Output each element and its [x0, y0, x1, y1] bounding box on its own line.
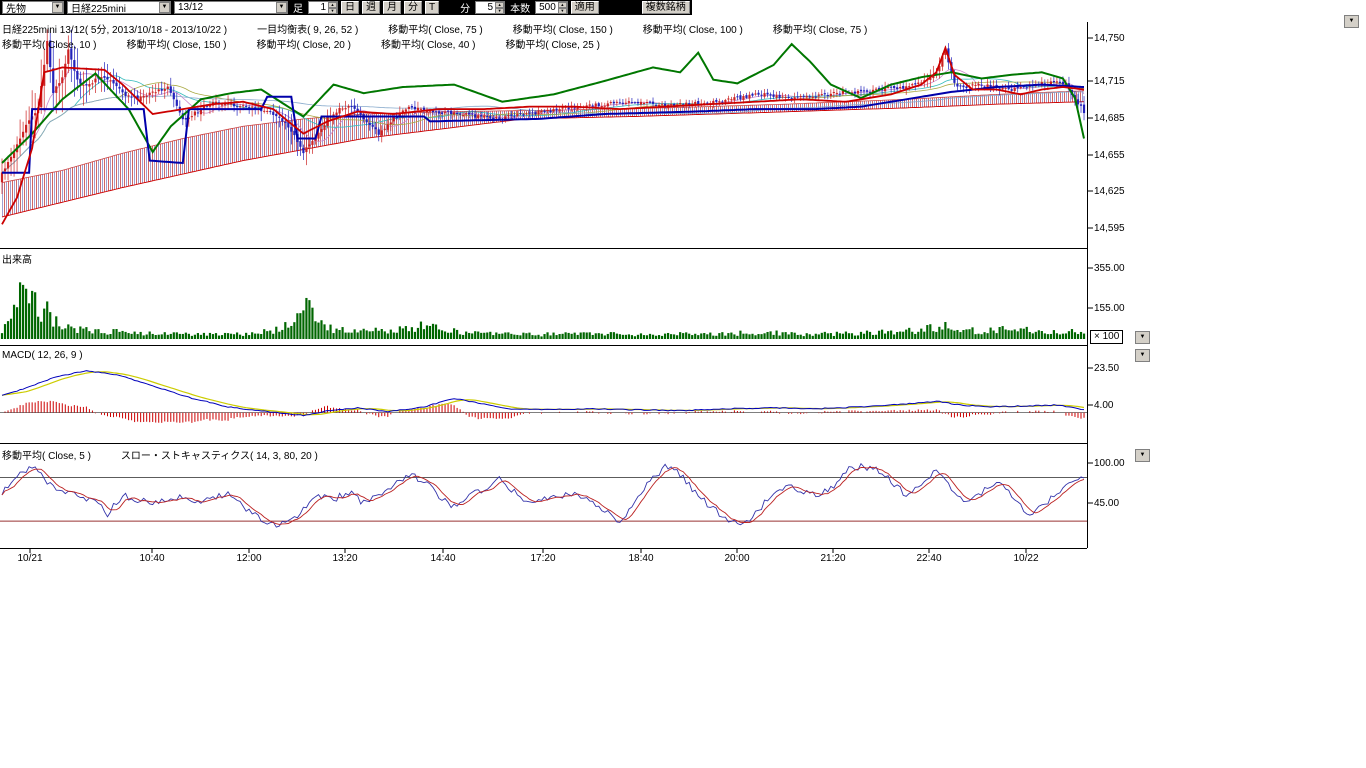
- price-pane: [1, 29, 1085, 224]
- interval-input[interactable]: 1 ▲ ▼: [308, 1, 338, 14]
- time-axis-label: 12:00: [227, 553, 271, 564]
- overlay-ma40-label: 移動平均( Close, 40 ): [381, 36, 475, 51]
- price-pane-menu-button[interactable]: ▼: [1344, 15, 1359, 28]
- macd-axis-label: 4.00: [1094, 400, 1113, 411]
- volume-pane-menu-button[interactable]: ▼: [1135, 331, 1150, 344]
- chart-title: 日経225mini 13/12( 5分, 2013/10/18 - 2013/1…: [2, 21, 227, 36]
- macd-pane-label: MACD( 12, 26, 9 ): [2, 350, 83, 361]
- apply-button[interactable]: 適用: [571, 1, 599, 14]
- chart-canvas[interactable]: [0, 0, 1366, 575]
- stoch-pane-legend: 移動平均( Close, 5 ) スロー・ストキャスティクス( 14, 3, 8…: [2, 447, 348, 462]
- volume-pane-label: 出来高: [2, 251, 32, 266]
- price-axis-label: 14,685: [1094, 113, 1125, 124]
- contract-month-select[interactable]: 13/12 ▼: [174, 1, 288, 14]
- chevron-down-icon: ▼: [1140, 334, 1146, 340]
- volume-axis-label: 355.00: [1094, 263, 1125, 274]
- price-pane-legend-row2: 移動平均( Close, 10 ) 移動平均( Close, 150 ) 移動平…: [2, 36, 630, 51]
- macd-pane-menu-button[interactable]: ▼: [1135, 349, 1150, 362]
- price-pane-legend-row1: 日経225mini 13/12( 5分, 2013/10/18 - 2013/1…: [2, 21, 897, 36]
- stoch-ma-label: 移動平均( Close, 5 ): [2, 447, 91, 462]
- bar-count-label: 本数: [508, 0, 532, 15]
- period-minute-button[interactable]: 分: [404, 1, 422, 14]
- multi-symbol-button[interactable]: 複数銘柄: [642, 1, 690, 14]
- spinner-down-icon[interactable]: ▼: [328, 8, 337, 14]
- time-axis-label: 17:20: [521, 553, 565, 564]
- minute-count-value: 5: [479, 2, 493, 13]
- chevron-down-icon: ▼: [1140, 452, 1146, 458]
- overlay-ma100-label: 移動平均( Close, 100 ): [643, 21, 743, 36]
- overlay-ma150b-label: 移動平均( Close, 150 ): [126, 36, 226, 51]
- period-week-button[interactable]: 週: [362, 1, 380, 14]
- symbol-select-value: 日経225mini: [71, 0, 126, 15]
- time-axis-label: 20:00: [715, 553, 759, 564]
- time-axis-label: 22:40: [907, 553, 951, 564]
- contract-month-value: 13/12: [178, 2, 203, 13]
- stoch-label: スロー・ストキャスティクス( 14, 3, 80, 20 ): [121, 447, 318, 462]
- time-axis-label: 10:40: [130, 553, 174, 564]
- overlay-ma75b-label: 移動平均( Close, 75 ): [773, 21, 867, 36]
- market-select-value: 先物: [6, 0, 26, 15]
- stoch-pane-menu-button[interactable]: ▼: [1135, 449, 1150, 462]
- overlay-ma20-label: 移動平均( Close, 20 ): [257, 36, 351, 51]
- stochastics-pane: [0, 464, 1087, 527]
- interval-value: 1: [312, 2, 326, 13]
- market-select[interactable]: 先物 ▼: [2, 1, 64, 14]
- trading-chart-window: 先物 ▼ 日経225mini ▼ 13/12 ▼ 足 1 ▲ ▼ 日 週 月 分…: [0, 0, 1366, 768]
- time-axis-label: 21:20: [811, 553, 855, 564]
- bar-count-input[interactable]: 500 ▲ ▼: [535, 1, 568, 14]
- bar-type-label: 足: [291, 0, 305, 15]
- overlay-ma25-label: 移動平均( Close, 25 ): [505, 36, 599, 51]
- price-axis-label: 14,625: [1094, 186, 1125, 197]
- spinner-down-icon[interactable]: ▼: [558, 8, 567, 14]
- time-axis-label: 14:40: [421, 553, 465, 564]
- macd-axis-label: 23.50: [1094, 363, 1119, 374]
- bar-count-spinner[interactable]: ▲ ▼: [558, 2, 567, 14]
- minute-count-input[interactable]: 5 ▲ ▼: [475, 1, 505, 14]
- spinner-down-icon[interactable]: ▼: [495, 8, 504, 14]
- overlay-ma10-label: 移動平均( Close, 10 ): [2, 36, 96, 51]
- chevron-down-icon[interactable]: ▼: [159, 2, 170, 13]
- symbol-select[interactable]: 日経225mini ▼: [67, 1, 171, 14]
- volume-multiplier-badge: × 100: [1090, 330, 1123, 344]
- chart-area: 日経225mini 13/12( 5分, 2013/10/18 - 2013/1…: [0, 0, 1366, 575]
- price-axis-label: 14,595: [1094, 223, 1125, 234]
- time-axis-label: 18:40: [619, 553, 663, 564]
- toolbar: 先物 ▼ 日経225mini ▼ 13/12 ▼ 足 1 ▲ ▼ 日 週 月 分…: [0, 0, 692, 15]
- macd-pane: [0, 371, 1087, 423]
- overlay-ichimoku-label: 一目均衡表( 9, 26, 52 ): [257, 21, 358, 36]
- minute-unit-label: 分: [458, 0, 472, 15]
- period-day-button[interactable]: 日: [341, 1, 359, 14]
- time-axis-label: 13:20: [323, 553, 367, 564]
- price-axis-label: 14,715: [1094, 76, 1125, 87]
- chevron-down-icon: ▼: [1140, 352, 1146, 358]
- volume-pane: [1, 282, 1085, 339]
- time-axis-label: 10/21: [8, 553, 52, 564]
- interval-spinner[interactable]: ▲ ▼: [328, 2, 337, 14]
- overlay-ma150-label: 移動平均( Close, 150 ): [513, 21, 613, 36]
- tick-button[interactable]: T: [425, 1, 439, 14]
- chevron-down-icon[interactable]: ▼: [276, 2, 287, 13]
- price-axis-label: 14,655: [1094, 150, 1125, 161]
- chevron-down-icon[interactable]: ▼: [52, 2, 63, 13]
- volume-axis-label: 155.00: [1094, 303, 1125, 314]
- time-axis-label: 10/22: [1004, 553, 1048, 564]
- price-axis-label: 14,750: [1094, 33, 1125, 44]
- chevron-down-icon: ▼: [1349, 18, 1355, 24]
- minute-count-spinner[interactable]: ▲ ▼: [495, 2, 504, 14]
- period-month-button[interactable]: 月: [383, 1, 401, 14]
- overlay-ma75-label: 移動平均( Close, 75 ): [388, 21, 482, 36]
- stoch-axis-label: 45.00: [1094, 498, 1119, 509]
- stoch-axis-label: 100.00: [1094, 458, 1125, 469]
- bar-count-value: 500: [539, 2, 556, 13]
